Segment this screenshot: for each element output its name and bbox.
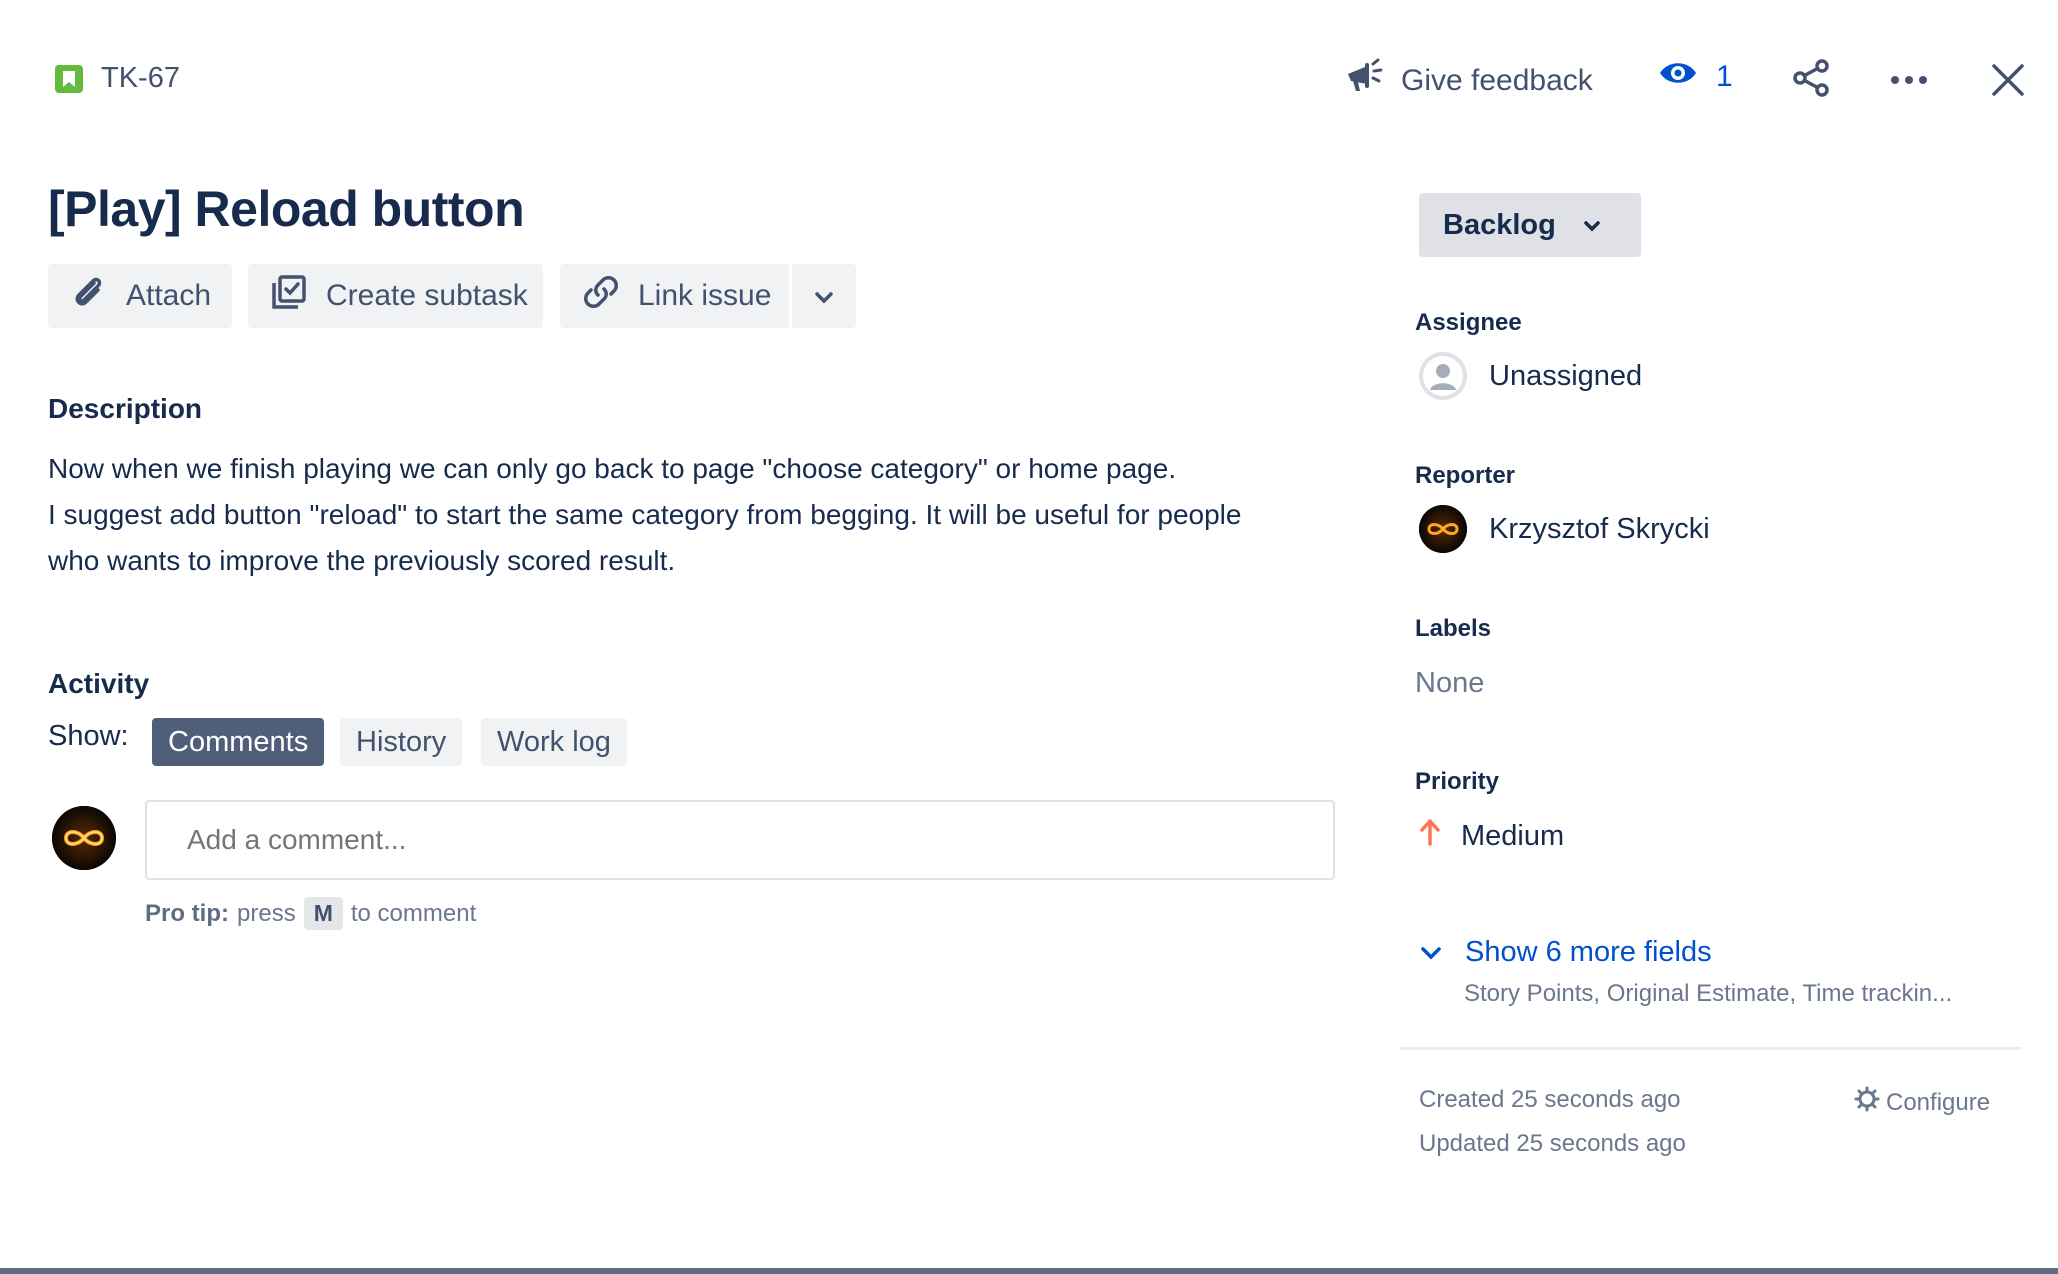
assignee-label: Assignee bbox=[1415, 309, 1522, 336]
description-heading: Description bbox=[48, 393, 203, 424]
create-subtask-button[interactable]: Create subtask bbox=[248, 264, 543, 328]
description-body[interactable]: Now when we finish playing we can only g… bbox=[48, 446, 1348, 584]
status-label: Backlog bbox=[1443, 208, 1556, 241]
story-icon bbox=[55, 64, 83, 93]
watchers-count: 1 bbox=[1716, 60, 1733, 93]
share-button[interactable] bbox=[1792, 58, 1832, 103]
pro-tip: Pro tip: press M to comment bbox=[145, 897, 476, 930]
description-line: who wants to improve the previously scor… bbox=[48, 545, 676, 576]
link-icon bbox=[582, 273, 620, 319]
watch-button[interactable]: 1 bbox=[1658, 58, 1733, 96]
issue-title[interactable]: [Play] Reload button bbox=[48, 180, 525, 238]
close-button[interactable] bbox=[1988, 60, 2028, 105]
sidebar-divider bbox=[1400, 1047, 2021, 1050]
labels-label: Labels bbox=[1415, 615, 1492, 642]
issue-key-breadcrumb[interactable]: TK-67 bbox=[55, 62, 180, 95]
priority-field[interactable]: Medium bbox=[1419, 818, 1564, 854]
subtask-icon bbox=[270, 273, 308, 319]
keyboard-shortcut-key: M bbox=[303, 897, 343, 930]
reporter-avatar bbox=[1419, 505, 1467, 553]
tab-history[interactable]: History bbox=[340, 718, 463, 766]
priority-medium-icon bbox=[1419, 818, 1441, 854]
created-timestamp: Created 25 seconds ago bbox=[1419, 1086, 1681, 1113]
show-label: Show: bbox=[48, 720, 129, 752]
show-more-fields-label: Show 6 more fields bbox=[1465, 936, 1712, 968]
current-user-avatar bbox=[52, 806, 116, 870]
link-issue-label: Link issue bbox=[638, 279, 772, 312]
pro-tip-label: Pro tip: bbox=[145, 899, 229, 927]
priority-value: Medium bbox=[1461, 819, 1565, 852]
link-issue-button[interactable]: Link issue bbox=[560, 264, 789, 328]
status-dropdown[interactable]: Backlog bbox=[1419, 193, 1641, 257]
close-icon bbox=[1988, 64, 2028, 104]
unassigned-avatar-icon bbox=[1419, 352, 1467, 400]
hidden-fields-list: Story Points, Original Estimate, Time tr… bbox=[1464, 980, 1953, 1007]
more-actions-dropdown-button[interactable] bbox=[792, 264, 856, 328]
more-actions-button[interactable] bbox=[1888, 60, 1930, 105]
reporter-label: Reporter bbox=[1415, 462, 1516, 489]
configure-label: Configure bbox=[1886, 1088, 1991, 1116]
paperclip-icon bbox=[70, 273, 108, 319]
gear-icon bbox=[1854, 1086, 1880, 1119]
assignee-value: Unassigned bbox=[1489, 359, 1643, 392]
configure-button[interactable]: Configure bbox=[1854, 1086, 1990, 1119]
activity-heading: Activity bbox=[48, 668, 150, 699]
comment-input[interactable] bbox=[145, 800, 1335, 880]
labels-value[interactable]: None bbox=[1415, 667, 1484, 700]
tab-comments[interactable]: Comments bbox=[152, 718, 325, 766]
assignee-field[interactable]: Unassigned bbox=[1419, 352, 1642, 400]
chevron-down-icon bbox=[1419, 936, 1443, 969]
attach-label: Attach bbox=[126, 279, 212, 312]
background-strip bbox=[0, 1268, 2058, 1274]
chevron-down-icon bbox=[813, 279, 835, 313]
show-more-fields-button[interactable]: Show 6 more fields bbox=[1419, 936, 1712, 969]
give-feedback-button[interactable]: Give feedback bbox=[1345, 58, 1593, 104]
reporter-value: Krzysztof Skrycki bbox=[1489, 512, 1710, 545]
give-feedback-label: Give feedback bbox=[1401, 64, 1593, 97]
description-line: Now when we finish playing we can only g… bbox=[48, 453, 1177, 484]
chevron-down-icon bbox=[1582, 209, 1602, 242]
priority-label: Priority bbox=[1415, 768, 1500, 795]
description-line: I suggest add button "reload" to start t… bbox=[48, 499, 1242, 530]
issue-key[interactable]: TK-67 bbox=[101, 62, 180, 95]
megaphone-icon bbox=[1345, 58, 1385, 104]
more-horizontal-icon bbox=[1888, 76, 1930, 104]
eye-icon bbox=[1658, 58, 1698, 96]
share-icon bbox=[1792, 59, 1832, 102]
reporter-field[interactable]: Krzysztof Skrycki bbox=[1419, 505, 1710, 553]
updated-timestamp: Updated 25 seconds ago bbox=[1419, 1130, 1686, 1157]
tab-work-log[interactable]: Work log bbox=[481, 718, 627, 766]
pro-tip-press: press bbox=[237, 899, 296, 927]
attach-button[interactable]: Attach bbox=[48, 264, 232, 328]
pro-tip-suffix: to comment bbox=[350, 899, 477, 927]
create-subtask-label: Create subtask bbox=[326, 279, 528, 312]
